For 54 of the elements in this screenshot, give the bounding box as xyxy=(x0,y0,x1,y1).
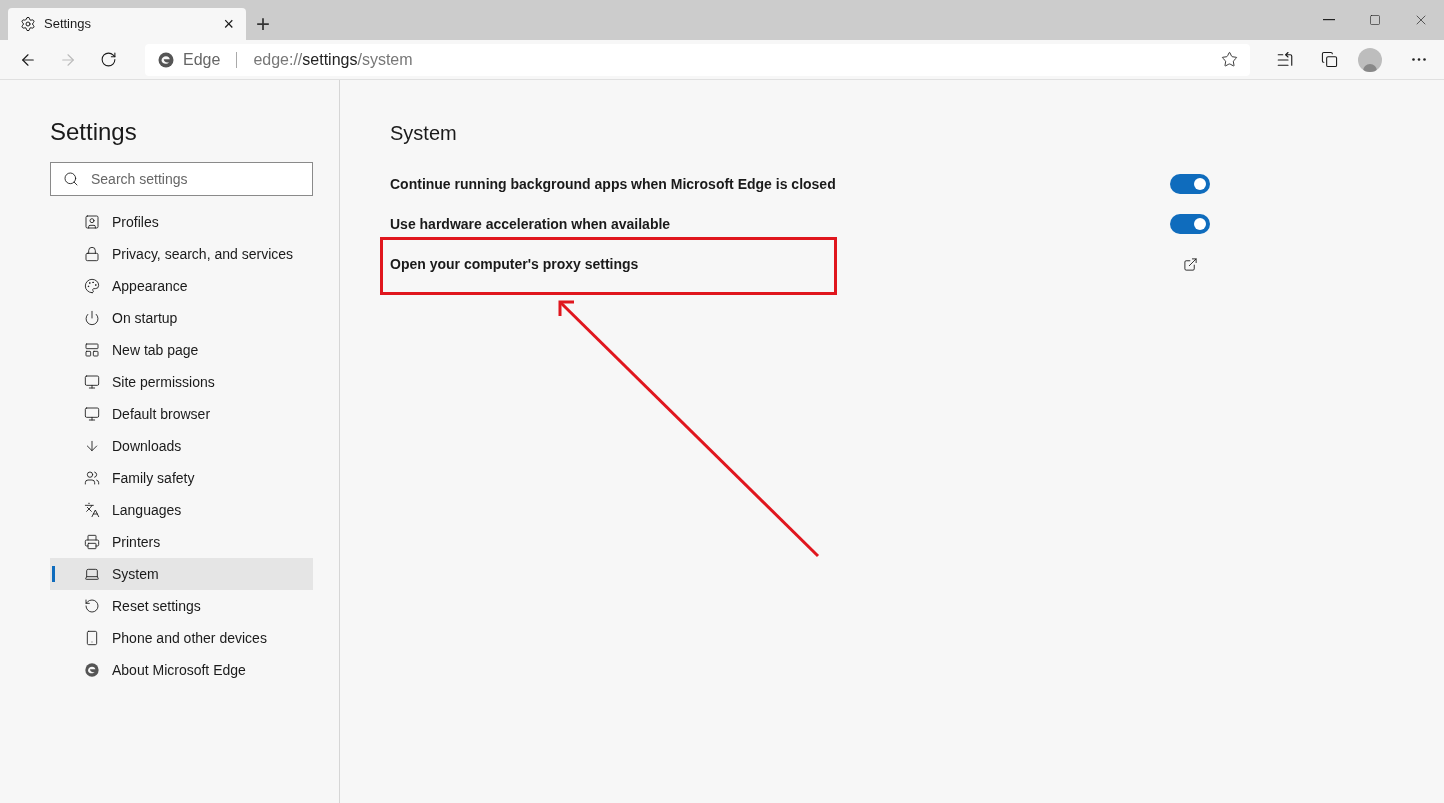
toggle-switch[interactable] xyxy=(1170,174,1210,194)
section-title: System xyxy=(390,121,458,146)
minimize-icon xyxy=(1323,19,1335,21)
sidebar-item[interactable]: Site permissions xyxy=(50,366,313,398)
sidebar-icon xyxy=(84,374,100,390)
setting-label: Use hardware acceleration when available xyxy=(390,214,671,234)
sidebar-item[interactable]: Reset settings xyxy=(50,590,313,622)
collections-icon xyxy=(1320,51,1338,68)
sidebar-icon xyxy=(84,438,100,454)
sidebar-item[interactable]: Downloads xyxy=(50,430,313,462)
sidebar-icon xyxy=(84,502,100,518)
sidebar-icon xyxy=(84,214,100,230)
sidebar-item[interactable]: About Microsoft Edge xyxy=(50,654,313,686)
sidebar-icon xyxy=(84,310,100,326)
tab-title: Settings xyxy=(44,15,92,34)
setting-label: Open your computer's proxy settings xyxy=(390,254,639,274)
close-tab-button[interactable]: × xyxy=(223,15,234,33)
sidebar-icon xyxy=(84,566,100,582)
sidebar-title: Settings xyxy=(50,117,138,147)
toggle-switch[interactable] xyxy=(1170,214,1210,234)
external-link-icon[interactable] xyxy=(1183,256,1198,272)
sidebar-icon xyxy=(84,534,100,550)
setting-label: Continue running background apps when Microsoft Edge is closed xyxy=(390,174,836,194)
sidebar-icon xyxy=(84,342,100,358)
sidebar-item[interactable]: Phone and other devices xyxy=(50,622,313,654)
maximize-icon xyxy=(1369,14,1381,26)
site-label: Edge xyxy=(183,49,221,70)
sidebar-icon xyxy=(84,470,100,486)
address-bar[interactable]: Edge edge://settings/system xyxy=(145,43,1250,76)
browser-tab[interactable]: Settings × xyxy=(8,8,246,40)
sidebar-item[interactable]: On startup xyxy=(50,302,313,334)
gear-icon xyxy=(20,16,36,32)
search-field[interactable]: Search settings xyxy=(50,162,313,196)
sidebar-item[interactable]: Family safety xyxy=(50,462,313,494)
sidebar-icon xyxy=(84,598,100,614)
sidebar-icon xyxy=(84,630,100,646)
sidebar-item[interactable]: Languages xyxy=(50,494,313,526)
sidebar-item[interactable]: New tab page xyxy=(50,334,313,366)
url-text: edge://settings/system xyxy=(253,49,414,70)
sidebar-icon xyxy=(84,406,100,422)
profile-button[interactable] xyxy=(1358,47,1382,72)
add-favorite-icon[interactable] xyxy=(1221,51,1238,68)
refresh-icon xyxy=(99,51,117,68)
sidebar-item[interactable]: Appearance xyxy=(50,270,313,302)
sidebar-item[interactable]: Default browser xyxy=(50,398,313,430)
sidebar-item[interactable]: Profiles xyxy=(50,206,313,238)
sidebar-item[interactable]: Privacy, search, and services xyxy=(50,238,313,270)
sidebar-icon xyxy=(84,246,100,262)
sidebar-icon xyxy=(84,278,100,294)
sidebar-item[interactable]: System xyxy=(50,558,313,590)
sidebar-item[interactable]: Printers xyxy=(50,526,313,558)
more-icon xyxy=(1412,58,1426,61)
search-icon xyxy=(63,171,79,187)
new-tab-button[interactable]: + xyxy=(246,8,280,40)
